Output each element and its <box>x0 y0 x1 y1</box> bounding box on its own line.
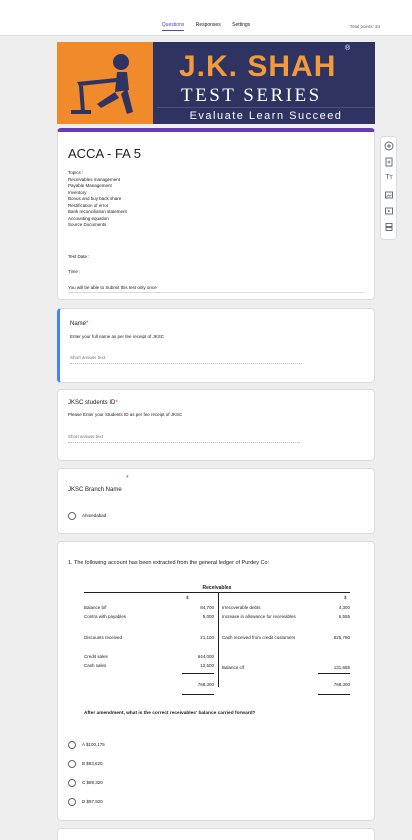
form-editor-header: Questions Responses Settings Total point… <box>0 0 412 36</box>
add-section-icon[interactable] <box>384 222 394 232</box>
ledger-left-label: Credit sales <box>84 654 108 659</box>
ledger-left-value: 21,100 <box>200 635 214 640</box>
topic-item: Receivables management <box>68 176 121 182</box>
brand-name: J.K. SHAH <box>179 50 337 83</box>
submit-once-note: You will be able to Submit this test onl… <box>68 285 157 290</box>
topic-item: Payable Management <box>68 183 112 188</box>
radio-option-label[interactable]: D $97,920 <box>82 799 103 804</box>
test-date-label: Test Date : <box>68 254 90 259</box>
radio-button[interactable] <box>68 741 76 749</box>
brand-series: TEST SERIES <box>181 85 322 106</box>
ledger-right-value: 6,555 <box>338 614 350 619</box>
total-double-rule <box>182 694 214 695</box>
ledger-right-label: Increase in allowance for receivables <box>222 614 296 619</box>
ledger-right-label: Cash received from credit customers <box>222 635 296 640</box>
question-title-text: Name <box>70 321 87 327</box>
ledger-left-value: 644,000 <box>197 654 214 659</box>
radio-button[interactable] <box>68 798 76 806</box>
ledger-right-value: 4,300 <box>338 605 350 610</box>
ledger-left-value: 84,700 <box>200 605 214 610</box>
currency-label: $ <box>344 595 347 600</box>
total-rule <box>182 673 214 674</box>
topic-item: Inventory <box>68 189 87 195</box>
topic-item: Source Documents <box>68 222 107 227</box>
add-image-icon[interactable] <box>384 190 394 200</box>
ledger-left-value: 13,500 <box>200 663 214 668</box>
add-question-icon[interactable] <box>384 141 394 151</box>
radio-button[interactable] <box>68 760 76 768</box>
ledger-left-label: Discounts received <box>84 635 123 640</box>
banner-orange-panel <box>57 42 153 124</box>
question-title[interactable]: JKSC Branch Name <box>68 487 122 493</box>
test-time-label: Time : <box>68 269 81 274</box>
form-description[interactable]: Topics : Receivables management Payable … <box>68 170 127 229</box>
question-card-q1[interactable]: 1. The following account has been extrac… <box>57 541 375 821</box>
form-title-card[interactable]: ACCA - FA 5 Topics : Receivables managem… <box>57 128 375 300</box>
form-title[interactable]: ACCA - FA 5 <box>68 146 141 161</box>
required-asterisk: * <box>126 475 129 482</box>
tab-responses[interactable]: Responses <box>196 22 221 30</box>
short-answer-field[interactable]: Short answer text <box>70 355 302 364</box>
ledger-right-total: 768,300 <box>333 682 350 687</box>
ledger-question: After amendment, what is the correct rec… <box>84 711 256 716</box>
required-asterisk: * <box>86 321 89 327</box>
question-title[interactable]: JKSC students ID* <box>68 400 118 406</box>
topic-item: Accounting equation <box>68 215 109 221</box>
ledger-right-label: Balance c/f <box>222 665 245 670</box>
tab-settings[interactable]: Settings <box>232 22 250 30</box>
ledger-right-value: 625,780 <box>333 635 350 640</box>
radio-option-label[interactable]: Ahmedabad <box>82 513 106 518</box>
currency-label: $ <box>186 595 189 600</box>
ledger-left-label: Cash sales <box>84 663 107 668</box>
total-points: Total points: 34 <box>349 24 380 29</box>
registered-mark: ® <box>345 45 351 52</box>
total-double-rule <box>318 694 350 695</box>
ledger-left-label: Balance b/f <box>84 605 107 610</box>
next-question-card[interactable] <box>57 828 375 840</box>
add-video-icon[interactable] <box>384 206 394 216</box>
question-card-branch[interactable]: JKSC Branch Name * Ahmedabad <box>57 468 375 534</box>
question-title-text: JKSC students ID <box>68 400 116 406</box>
radio-button[interactable] <box>68 779 76 787</box>
ledger-title: Receivables <box>202 585 232 591</box>
ledger-left-label: Contra with payables <box>84 614 127 619</box>
question-card-student-id[interactable]: JKSC students ID* Please Enter your Stud… <box>57 389 375 461</box>
ledger-top-rule <box>84 592 350 593</box>
ledger-left-value: 5,000 <box>202 614 214 619</box>
description-underline <box>68 292 364 293</box>
question-card-name[interactable]: Name* Enter your full name as per fee re… <box>57 308 375 383</box>
header-banner-image: J.K. SHAH ® TEST SERIES Evaluate Learn S… <box>57 42 375 124</box>
tab-questions[interactable]: Questions <box>161 22 185 31</box>
ledger-right-value: 131,665 <box>333 665 350 670</box>
radio-button[interactable] <box>68 512 76 520</box>
question-description: Please Enter your Students ID as per fee… <box>68 412 183 417</box>
topic-item: Bonus and buy back share <box>68 196 122 201</box>
topics-label: Topics : <box>68 170 84 175</box>
ledger-center-rule <box>218 592 219 687</box>
brand-tagline: Evaluate Learn Succeed <box>157 107 375 124</box>
topic-item: Bank reconciliation statement <box>68 209 127 214</box>
student-logo-icon <box>71 54 133 114</box>
total-rule <box>318 673 350 674</box>
add-title-icon[interactable]: Tт <box>384 173 394 183</box>
question-title[interactable]: Name* <box>70 321 88 327</box>
ledger-right-label: Irrecoverable debts <box>222 605 261 610</box>
floating-toolbar: Tт <box>380 136 397 240</box>
radio-option-label[interactable]: C $89,320 <box>82 780 103 785</box>
ledger-left-total: 768,300 <box>197 682 214 687</box>
question-description: Enter your full name as per fee receipt … <box>70 334 165 339</box>
import-questions-icon[interactable] <box>384 157 394 167</box>
short-answer-field[interactable]: Short answer text <box>68 434 300 443</box>
topic-item: Rectification of error <box>68 202 109 208</box>
required-asterisk: * <box>115 400 118 406</box>
radio-option-label[interactable]: B $93,620 <box>82 761 103 766</box>
radio-option-label[interactable]: A $100,175 <box>82 742 105 747</box>
question-title[interactable]: 1. The following account has been extrac… <box>68 560 269 566</box>
